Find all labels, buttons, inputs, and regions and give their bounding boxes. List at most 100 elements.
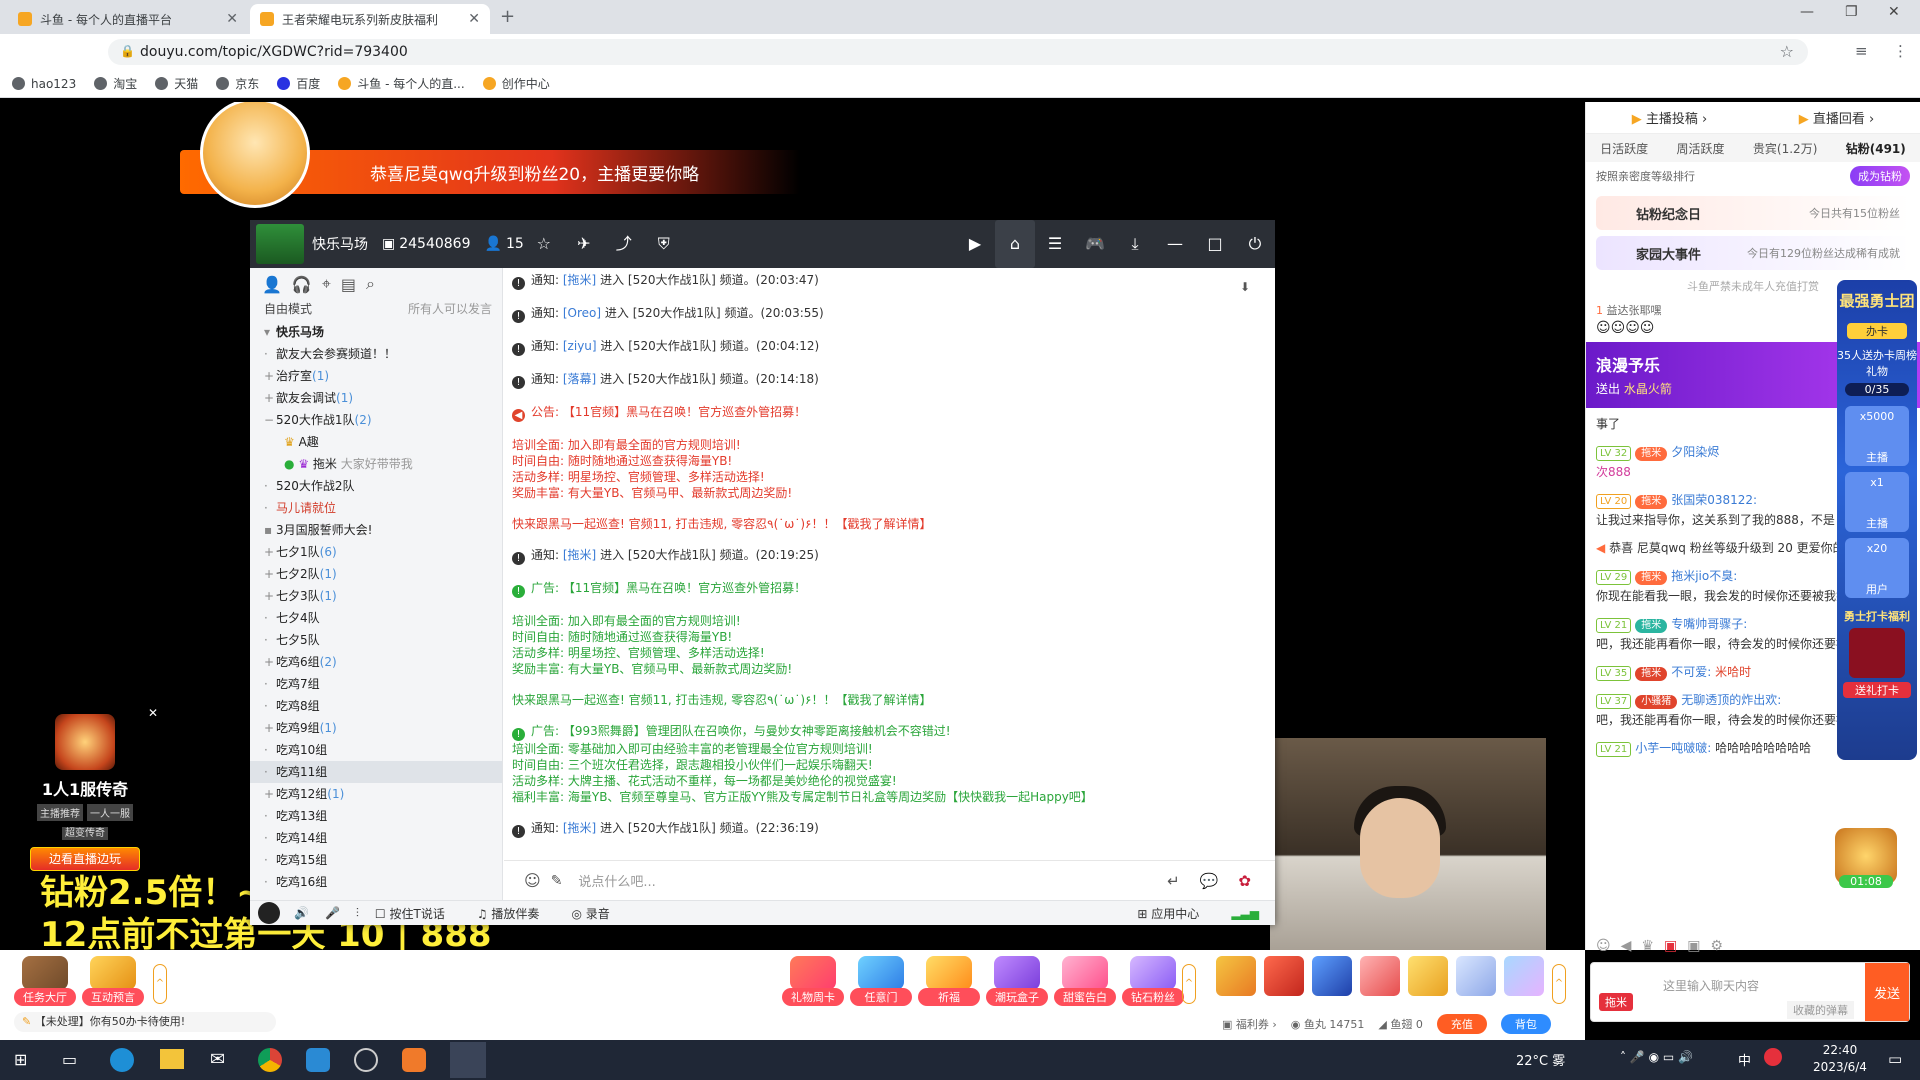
maximize-icon[interactable]: □ <box>1205 234 1225 254</box>
windows-start-icon[interactable]: ⊞ <box>14 1050 27 1069</box>
channel-item[interactable]: · 吃鸡15组 <box>250 849 502 871</box>
expand-right-icon[interactable]: ^ <box>1552 964 1566 1004</box>
streamer-submission-link[interactable]: ▶ 主播投稿 › <box>1632 108 1708 127</box>
channel-item[interactable]: + 七夕2队(1) <box>250 563 502 585</box>
mixer-icon[interactable]: ⫶ <box>356 906 359 921</box>
live-replay-link[interactable]: ▶ 直播回看 › <box>1799 108 1875 127</box>
location-icon[interactable]: ⌖ <box>322 274 331 294</box>
channel-item[interactable]: + 七夕1队(6) <box>250 541 502 563</box>
scroll-down-icon[interactable]: ⬇ <box>1240 280 1250 294</box>
address-bar[interactable]: 🔒 douyu.com/topic/XGDWC?rid=793400 ☆ <box>108 39 1808 65</box>
card-button[interactable]: 办卡 <box>1847 323 1907 339</box>
crown-icon[interactable]: ♛ <box>1641 938 1654 954</box>
task-view-icon[interactable]: ▭ <box>62 1050 77 1069</box>
weather-widget[interactable]: 22°C 雾 <box>1516 1050 1565 1069</box>
sogou-icon[interactable] <box>1764 1048 1782 1066</box>
share-icon[interactable]: ⤴ <box>614 234 634 254</box>
pending-notice[interactable]: ✎ 【未处理】你有50办卡待使用! <box>14 1012 276 1032</box>
channel-item[interactable]: · 七夕5队 <box>250 629 502 651</box>
gift-sweet-confession[interactable]: 甜蜜告白 <box>1054 956 1116 1006</box>
mail-icon[interactable]: ✉ <box>210 1049 225 1070</box>
channel-item[interactable]: −520大作战1队(2) <box>250 409 502 431</box>
gift-any-door[interactable]: 任意门 <box>850 956 912 1006</box>
reading-list-icon[interactable]: ≡ <box>1855 42 1868 60</box>
channel-item[interactable]: + 歆友会调试(1) <box>250 387 502 409</box>
speaker-icon[interactable]: 🔊 <box>294 906 309 920</box>
recharge-button[interactable]: 充值 <box>1436 1014 1487 1034</box>
bookmark-taobao[interactable]: 淘宝 <box>94 75 137 92</box>
channel-member[interactable]: ♛ A趣 <box>250 431 502 453</box>
bookmark-tmall[interactable]: 天猫 <box>155 75 198 92</box>
avatar[interactable] <box>258 902 280 924</box>
user-icon[interactable]: 👤 <box>262 275 282 294</box>
announcement-link[interactable]: 快来跟黑马一起巡查! 官频11, 打击违规, 零容忍٩(˙ω˙)۶！！【戳我了解… <box>512 516 1252 532</box>
send-button[interactable]: 发送 <box>1865 963 1909 1021</box>
expand-left-icon[interactable]: ^ <box>153 964 167 1004</box>
channel-item[interactable]: · 马儿请就位 <box>250 497 502 519</box>
chat-bubble-icon[interactable]: 💬 <box>1200 872 1219 890</box>
bookmark-baidu[interactable]: 百度 <box>277 75 320 92</box>
favorite-icon[interactable]: ☆ <box>534 234 554 254</box>
gift-item-5[interactable] <box>1408 956 1448 996</box>
bookmark-douyu[interactable]: 斗鱼 - 每个人的直... <box>338 75 465 92</box>
home-icon[interactable]: ⌂ <box>995 220 1035 268</box>
channel-root[interactable]: ▾ 快乐马场 <box>250 321 502 343</box>
new-tab-icon[interactable]: + <box>500 6 515 27</box>
rose-icon[interactable]: ✿ <box>1238 872 1251 890</box>
treasure-chest-icon[interactable]: 01:08 <box>1835 828 1897 888</box>
record-button[interactable]: ◎ 录音 <box>571 905 625 922</box>
file-explorer-icon[interactable] <box>160 1049 184 1069</box>
gift-item-6[interactable] <box>1456 956 1496 996</box>
tab-vip[interactable]: 贵宾(1.2万) <box>1753 140 1817 157</box>
list-icon[interactable]: ☰ <box>1045 234 1065 254</box>
minimize-icon[interactable]: — <box>1800 4 1814 20</box>
close-tab-icon[interactable]: ✕ <box>226 11 238 27</box>
tab-wzry-topic[interactable]: 王者荣耀电玩系列新皮肤福利 ✕ <box>250 4 490 34</box>
channel-item-selected[interactable]: · 吃鸡11组 <box>250 761 502 783</box>
channel-item[interactable]: · 520大作战2队 <box>250 475 502 497</box>
settings-icon[interactable]: ⚙ <box>1710 938 1723 954</box>
app-s-icon[interactable] <box>306 1048 330 1072</box>
saved-barrage-button[interactable]: 收藏的弹幕 <box>1787 1001 1854 1019</box>
channel-item[interactable]: · 吃鸡14组 <box>250 827 502 849</box>
channel-member[interactable]: ● ♛ 拖米 大家好带带我 <box>250 453 502 475</box>
channel-item[interactable]: + 吃鸡12组(1) <box>250 783 502 805</box>
welfare-coupon-link[interactable]: ▣ 福利券 › <box>1222 1016 1277 1032</box>
gamepad-icon[interactable]: 🎮 <box>1085 234 1105 254</box>
bookmark-creator[interactable]: 创作中心 <box>482 75 550 92</box>
bookmark-jd[interactable]: 京东 <box>216 75 259 92</box>
screen-icon[interactable]: ▶ <box>965 234 985 254</box>
megaphone-icon[interactable]: ◀ <box>1621 938 1632 954</box>
gift-trend-box[interactable]: 潮玩盒子 <box>986 956 1048 1006</box>
gift-diamond-fan[interactable]: 钻石粉丝 <box>1122 956 1184 1006</box>
channel-item[interactable]: + 七夕3队(1) <box>250 585 502 607</box>
chat-input-box[interactable]: 拖米 这里输入聊天内容 收藏的弹幕 发送 <box>1590 962 1910 1022</box>
red-packet-icon[interactable]: ▣ <box>1664 938 1677 954</box>
mic-icon[interactable]: 🎤 <box>325 906 340 920</box>
plane-icon[interactable]: ✈ <box>574 234 594 254</box>
gift-item-7[interactable] <box>1504 956 1544 996</box>
gift-item-1[interactable] <box>1216 956 1256 996</box>
task-hall-button[interactable]: 任务大厅 <box>14 956 76 1006</box>
douyu-app-icon[interactable] <box>402 1048 426 1072</box>
ai-icon[interactable]: ✎ <box>551 873 563 889</box>
ptt-checkbox[interactable]: ☐ 按住T说话 <box>375 905 461 922</box>
gift-item-3[interactable] <box>1312 956 1352 996</box>
tab-diamond-fans[interactable]: 钻粉(491) <box>1846 140 1906 157</box>
warrior-team-widget[interactable]: 最强勇士团 办卡 35人送办卡周榜礼物 0/35 x5000 主播 x1 主播 x2… <box>1837 280 1917 760</box>
daily-checkin-button[interactable]: 送礼打卡 <box>1843 682 1911 698</box>
emoji-icon[interactable]: ☺ <box>524 871 541 890</box>
home-events-card[interactable]: 家园大事件 今日有129位粉丝达成稀有成就 <box>1596 236 1910 270</box>
message-input[interactable]: ☺ ✎ 说点什么吧... ↵ 💬 ✿ <box>504 860 1275 900</box>
tab-douyu-home[interactable]: 斗鱼 - 每个人的直播平台 ✕ <box>8 4 248 34</box>
become-diamond-button[interactable]: 成为钻粉 <box>1850 166 1910 186</box>
expand-gifts-icon[interactable]: ^ <box>1182 964 1196 1004</box>
channel-item[interactable]: + 吃鸡9组(1) <box>250 717 502 739</box>
tray-icons[interactable]: ˄ 🎤 ◉ ▭ 🔊 <box>1620 1050 1693 1064</box>
channel-item[interactable]: · 吃鸡13组 <box>250 805 502 827</box>
play-while-watching-button[interactable]: 边看直播边玩 <box>30 847 140 871</box>
wish-icon[interactable]: ▣ <box>1687 938 1700 954</box>
restore-icon[interactable]: ❐ <box>1845 4 1858 20</box>
channel-item[interactable]: · 吃鸡7组 <box>250 673 502 695</box>
channel-item[interactable]: · 吃鸡10组 <box>250 739 502 761</box>
